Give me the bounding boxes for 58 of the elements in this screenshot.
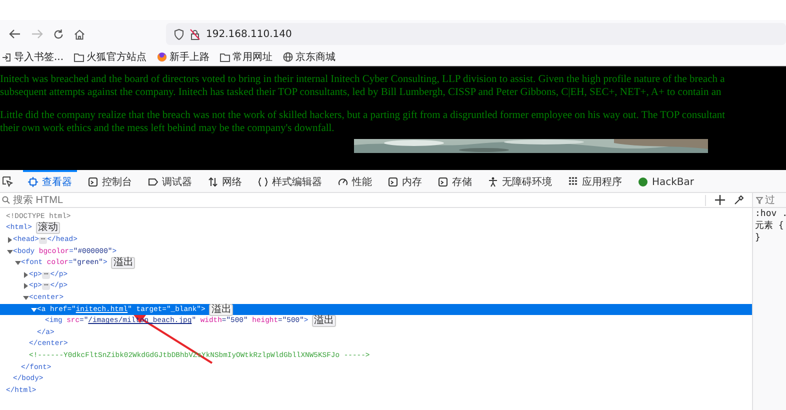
overflow-badge[interactable]: 溢出 xyxy=(312,315,336,328)
page-text-line: Little did the company realize that the breach was not the work of skilled hackers, but a parting gift from a disgruntled former employee on his way out. The TOP consultant xyxy=(0,109,726,122)
devtools-tab[interactable]: 存储 xyxy=(433,170,477,192)
url-text: 192.168.110.140 xyxy=(206,28,292,40)
tab-icon xyxy=(28,177,38,187)
bookmark-item[interactable]: 新手上路 xyxy=(156,50,210,64)
back-icon[interactable] xyxy=(9,29,21,39)
tab-icon xyxy=(388,177,398,187)
tab-icon xyxy=(148,177,158,187)
devtools-tab[interactable]: HackBar xyxy=(633,170,700,192)
devtools-tab[interactable]: 性能 xyxy=(333,170,377,192)
devtools-tab[interactable]: 应用程序 xyxy=(563,170,627,192)
add-icon[interactable] xyxy=(715,195,725,205)
devtools-tab[interactable]: 无障碍环境 xyxy=(483,170,557,192)
overflow-badge[interactable]: 滚动 xyxy=(36,222,60,234)
rule-text: :hov . xyxy=(754,208,786,220)
bookmark-item[interactable]: 京东商城 xyxy=(282,50,336,64)
tab-icon xyxy=(568,177,578,187)
overflow-badge[interactable]: 溢出 xyxy=(111,257,136,270)
tab-icon xyxy=(638,177,648,187)
page-text-line: subsequent attempts against the company. Initech has tasked their TOP consultants, led by Bill Lumbergh, CISSP and Peter Gibbons, C|EH, SEC+, NET+, A+ to contain an xyxy=(0,86,722,99)
address-bar[interactable]: 192.168.110.140 xyxy=(166,23,786,45)
import-icon xyxy=(2,52,11,62)
rule-text: } xyxy=(754,232,762,244)
devtools-tab[interactable]: 调试器 xyxy=(143,170,197,192)
tab-icon xyxy=(208,177,218,187)
folder-icon xyxy=(74,52,84,62)
element-picker-icon[interactable] xyxy=(2,176,13,186)
collapsed-triangle-icon[interactable] xyxy=(7,236,13,243)
search-icon xyxy=(2,196,10,204)
globe-icon xyxy=(282,52,293,62)
filter-field[interactable]: 过 xyxy=(765,194,783,206)
devtools-tab[interactable]: 网络 xyxy=(203,170,247,192)
rule-text: 元素 { xyxy=(754,220,785,232)
bookmark-item[interactable]: 常用网址 xyxy=(220,50,273,64)
home-icon[interactable] xyxy=(74,28,85,40)
page-text-line: their own work ethics and the mess left behind may be the company's downfall. xyxy=(0,122,336,135)
folder-icon xyxy=(220,52,230,62)
devtools-tab[interactable]: 内存 xyxy=(383,170,427,192)
devtools-tab[interactable]: 样式编辑器 xyxy=(253,170,327,192)
tab-icon xyxy=(258,177,268,187)
overflow-badge[interactable]: 溢出 xyxy=(209,304,234,316)
funnel-icon xyxy=(756,196,763,204)
tab-icon xyxy=(338,177,348,187)
shield-icon[interactable] xyxy=(174,28,184,40)
tab-icon xyxy=(438,177,448,187)
fox-globe-icon xyxy=(156,52,167,62)
eyedropper-icon[interactable] xyxy=(734,195,744,205)
bookmark-item[interactable]: 火狐官方站点 xyxy=(74,50,147,64)
page-text-line: Initech was breached and the board of directors voted to bring in their internal Initech Cyber Consulting, LLP division to assist. Given the high profile nature of the breach a xyxy=(0,73,726,86)
tab-icon xyxy=(488,177,498,187)
devtools-tab[interactable]: 控制台 xyxy=(83,170,137,192)
crossed-lock-icon[interactable] xyxy=(190,28,200,40)
reload-icon[interactable] xyxy=(53,28,64,40)
devtools-tab[interactable]: 查看器 xyxy=(23,170,77,192)
search-field[interactable]: 搜索 HTML xyxy=(13,194,133,206)
tab-icon xyxy=(88,177,98,187)
bookmark-item[interactable]: 导入书签... xyxy=(2,50,64,64)
